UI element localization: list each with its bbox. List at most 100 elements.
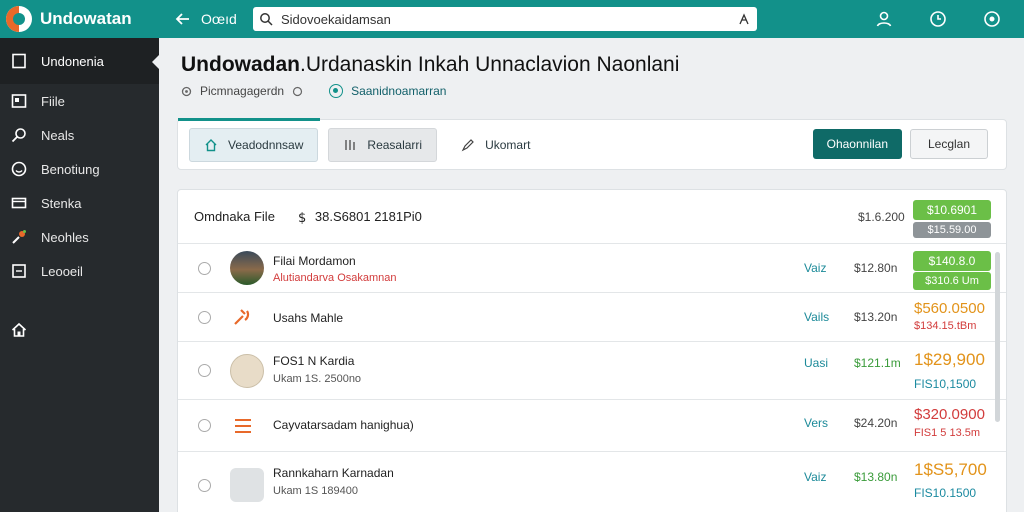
row-amount: 1$29,900 <box>914 350 985 369</box>
clock-icon[interactable] <box>926 7 950 31</box>
tab-label: Reasalarri <box>367 137 423 152</box>
row-version: Vails <box>804 310 830 324</box>
sidebar-item-label: Fiile <box>41 93 65 109</box>
sidebar-item-stenka[interactable]: Stenka <box>0 186 159 220</box>
row-thumbnail <box>230 353 264 388</box>
sidebar: Undonenia Fiile Neals Benotiung Stenka N… <box>0 38 160 512</box>
search-box[interactable] <box>253 7 757 31</box>
sidebar-item-benotiung[interactable]: Benotiung <box>0 152 159 186</box>
row-thumbnail <box>230 251 264 285</box>
user-icon <box>292 86 303 96</box>
row-radio[interactable] <box>198 364 211 377</box>
header-badge: $10.6901 $15.59.00 <box>913 200 991 238</box>
tool-icon <box>232 306 254 328</box>
row-version: Vers <box>804 416 829 430</box>
row-sub: Ukam 1S 189400 <box>273 485 358 497</box>
file-icon <box>11 94 27 108</box>
sidebar-item-neohles[interactable]: Neohles <box>0 220 159 254</box>
primary-button[interactable]: Ohaonnilan <box>812 129 902 159</box>
square-icon <box>12 53 26 69</box>
home-icon[interactable] <box>11 322 27 343</box>
row-radio[interactable] <box>198 261 211 275</box>
top-bar: Undowatan Oœıd <box>0 0 1024 38</box>
row-thumbnail <box>230 468 264 502</box>
row-name: Cayvatarsadam hanighua) <box>273 418 414 432</box>
badge-icon <box>329 84 344 98</box>
toolbar: Veadodnnsaw Reasalarri Ukomart Ohaonnila… <box>177 118 1007 170</box>
row-price: $13.20n <box>854 310 898 324</box>
table-row[interactable]: Rannkaharn Karnadan Ukam 1S 189400 Vaiz … <box>178 452 1006 512</box>
sidebar-item-label: Stenka <box>41 195 82 211</box>
back-button[interactable]: Oœıd <box>175 11 245 27</box>
breadcrumb: Picmnagagerdn Saanidnoamarran <box>181 84 446 98</box>
secondary-button[interactable]: Lecglan <box>910 129 988 159</box>
row-amount-badge: $140.8.0 $310.6 Um <box>913 251 991 290</box>
row-amount-sub: FIS10,1500 <box>914 377 977 391</box>
settings-icon[interactable] <box>980 7 1004 31</box>
row-sub: Ukam 1S. 2500no <box>273 373 362 385</box>
tab-label: Ukomart <box>485 137 531 152</box>
row-version: Vaiz <box>804 261 827 275</box>
back-label: Oœıd <box>201 11 237 27</box>
user-icon[interactable] <box>872 7 896 31</box>
pen-icon <box>461 138 474 151</box>
search-icon <box>11 128 26 143</box>
home-icon <box>205 138 217 151</box>
arrow-left-icon <box>175 13 189 25</box>
list-icon <box>232 415 254 437</box>
row-name: Usahs Mahle <box>273 311 344 325</box>
brand[interactable]: Undowatan <box>0 0 159 38</box>
tab-ukomart[interactable]: Ukomart <box>447 128 544 162</box>
app-name: Undowatan <box>40 9 132 28</box>
smile-icon <box>11 161 27 177</box>
table-row[interactable]: Filai Mordamon Alutiandarva Osakamnan Va… <box>178 244 1006 293</box>
card-icon <box>11 197 27 209</box>
row-amount: 1$S5,700 <box>914 460 987 479</box>
table-row[interactable]: Usahs Mahle Vails $13.20n $560.0500 $134… <box>178 293 1006 342</box>
row-price: $24.20n <box>854 416 898 430</box>
tab-reasalarri[interactable]: Reasalarri <box>328 127 438 162</box>
row-version: Vaiz <box>804 470 827 484</box>
sidebar-item-label: Neals <box>41 127 75 143</box>
app-logo <box>6 6 32 32</box>
sidebar-item-neals[interactable]: Neals <box>0 118 159 152</box>
scrollbar[interactable] <box>995 252 1000 422</box>
row-amount: $320.0900 <box>914 406 985 423</box>
search-icon <box>260 13 273 26</box>
breadcrumb-item-active[interactable]: Saanidnoamarran <box>351 84 446 98</box>
gear-icon <box>181 86 192 96</box>
row-radio[interactable] <box>198 310 211 324</box>
page-title: Undowadan.Urdanaskin Inkah Unnaclavion N… <box>181 53 680 76</box>
dollar-icon: $ <box>298 211 306 224</box>
sidebar-item-label: Neohles <box>41 229 89 245</box>
mic-icon[interactable] <box>737 12 751 26</box>
sidebar-item-undonenia[interactable]: Undonenia <box>0 38 160 84</box>
row-name: FOS1 N Kardia <box>273 354 355 368</box>
table-title: Omdnaka File <box>194 209 275 224</box>
row-sub: Alutiandarva Osakamnan <box>273 272 397 284</box>
row-amount: $560.0500 <box>914 300 985 317</box>
sidebar-item-file[interactable]: Fiile <box>0 84 159 118</box>
breadcrumb-item[interactable]: Picmnagagerdn <box>200 84 284 98</box>
box-icon <box>12 264 26 278</box>
table-header: Omdnaka File $ 38.S6801 2181Pi0 $1.6.200… <box>178 190 1006 244</box>
file-table: Omdnaka File $ 38.S6801 2181Pi0 $1.6.200… <box>177 189 1007 512</box>
row-price: $12.80n <box>854 261 898 275</box>
search-input[interactable] <box>281 11 729 27</box>
sidebar-item-label: Benotiung <box>41 161 100 177</box>
sidebar-item-label: Leooeil <box>41 263 83 279</box>
svg-text:$: $ <box>298 211 306 224</box>
sidebar-item-leooeil[interactable]: Leooeil <box>0 254 159 288</box>
table-row[interactable]: Cayvatarsadam hanighua) Vers $24.20n $32… <box>178 400 1006 452</box>
tab-veadodnnsaw[interactable]: Veadodnnsaw <box>189 127 319 162</box>
table-row[interactable]: FOS1 N Kardia Ukam 1S. 2500no Uasi $121.… <box>178 342 1006 400</box>
row-radio[interactable] <box>198 419 211 432</box>
header-price: $1.6.200 <box>858 209 905 224</box>
row-amount-sub: FIS1 5 13.5m <box>914 427 981 439</box>
paint-icon <box>12 230 26 244</box>
row-name: Rannkaharn Karnadan <box>273 466 394 480</box>
table-total: $ 38.S6801 2181Pi0 <box>297 209 422 224</box>
row-radio[interactable] <box>198 478 211 492</box>
sidebar-item-label: Undonenia <box>41 53 104 69</box>
row-price: $121.1m <box>854 356 901 370</box>
